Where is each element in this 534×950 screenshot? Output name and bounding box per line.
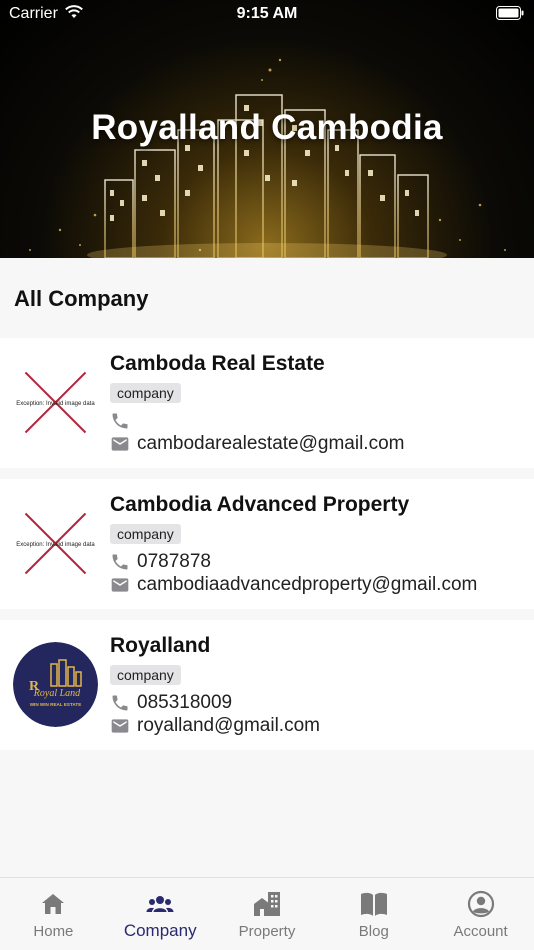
company-logo: R Royal Land WIN WIN REAL ESTATE <box>13 642 98 727</box>
tab-company[interactable]: Company <box>107 878 214 950</box>
company-logo-broken: Exception: Invalid image data <box>13 360 98 445</box>
company-card[interactable]: Exception: Invalid image data Camboda Re… <box>0 338 534 468</box>
phone-icon <box>112 554 128 570</box>
phone-icon <box>112 695 128 711</box>
tab-property[interactable]: Property <box>214 878 321 950</box>
logo-error-text: Exception: Invalid image data <box>16 401 95 407</box>
tab-blog[interactable]: Blog <box>320 878 427 950</box>
phone-icon <box>112 413 128 429</box>
hero-banner: Royalland Cambodia <box>0 0 534 258</box>
tab-home[interactable]: Home <box>0 878 107 950</box>
company-name: Camboda Real Estate <box>110 352 325 375</box>
company-card[interactable]: Exception: Invalid image data Cambodia A… <box>0 479 534 609</box>
logo-brand-text: Royal Land <box>33 688 81 699</box>
book-icon <box>360 892 387 916</box>
email-address: cambodarealestate@gmail.com <box>137 433 405 454</box>
company-tag: company <box>110 383 181 403</box>
email-row[interactable]: cambodiaadvancedproperty@gmail.com <box>110 574 477 596</box>
people-icon <box>146 896 174 912</box>
section-title: All Company <box>14 286 149 311</box>
phone-row[interactable] <box>110 410 137 432</box>
home-icon <box>42 894 65 914</box>
hero-title: Royalland Cambodia <box>91 108 443 147</box>
company-tag: company <box>110 665 181 685</box>
phone-row[interactable]: 085318009 <box>110 692 232 714</box>
email-row[interactable]: cambodarealestate@gmail.com <box>110 433 404 455</box>
company-logo-broken: Exception: Invalid image data <box>13 501 98 586</box>
mail-icon <box>111 437 129 451</box>
tab-account[interactable]: Account <box>427 878 534 950</box>
company-name: Cambodia Advanced Property <box>110 493 410 516</box>
mail-icon <box>111 719 129 733</box>
phone-number: 085318009 <box>137 692 233 713</box>
company-tag: company <box>110 524 181 544</box>
building-icon <box>253 892 280 916</box>
email-address: cambodiaadvancedproperty@gmail.com <box>137 574 478 595</box>
email-row[interactable]: royalland@gmail.com <box>110 715 320 737</box>
phone-number: 0787878 <box>137 551 211 572</box>
tab-company-label: Company <box>123 921 197 940</box>
mail-icon <box>111 578 129 592</box>
logo-tagline-text: WIN WIN REAL ESTATE <box>30 702 82 707</box>
status-bar: Carrier 9:15 AM <box>0 0 534 28</box>
account-icon <box>467 890 494 918</box>
company-card[interactable]: R Royal Land WIN WIN REAL ESTATE Royalla… <box>0 620 534 750</box>
tab-account-label: Account <box>453 923 508 940</box>
battery-icon <box>496 6 524 20</box>
logo-error-text: Exception: Invalid image data <box>16 542 95 548</box>
phone-row[interactable]: 0787878 <box>110 551 211 573</box>
tab-home-label: Home <box>33 923 74 940</box>
section-header: All Company <box>0 258 534 338</box>
company-name: Royalland <box>110 634 211 657</box>
tab-blog-label: Blog <box>358 923 389 940</box>
bottom-tab-bar: Home Company Property Blog Account <box>0 877 534 950</box>
clock: 9:15 AM <box>236 5 298 22</box>
email-address: royalland@gmail.com <box>137 715 320 736</box>
tab-property-label: Property <box>238 923 296 940</box>
